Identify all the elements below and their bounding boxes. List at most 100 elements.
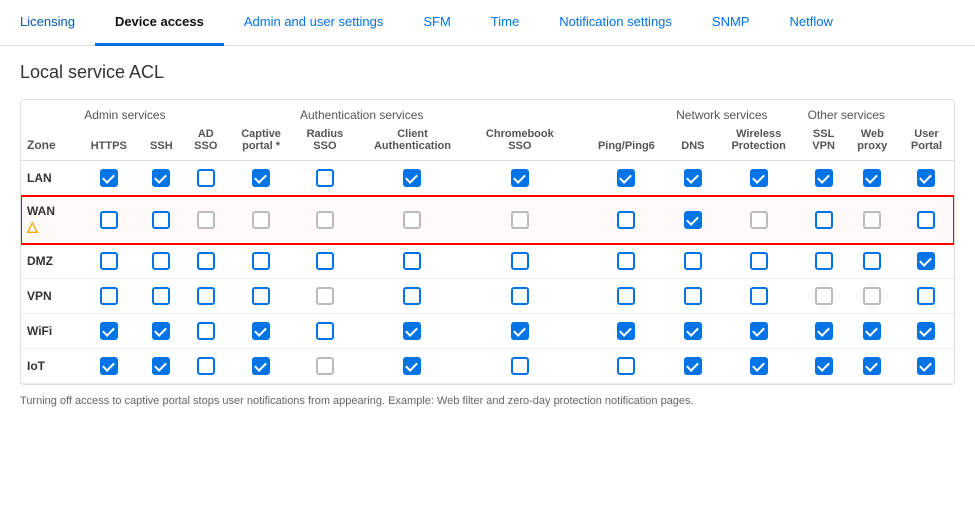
checkbox[interactable] bbox=[197, 357, 215, 375]
tab-device-access[interactable]: Device access bbox=[95, 0, 224, 46]
checkbox[interactable] bbox=[197, 252, 215, 270]
checkbox[interactable] bbox=[815, 357, 833, 375]
cell-dmz-3 bbox=[228, 244, 294, 279]
checkbox[interactable] bbox=[252, 252, 270, 270]
checkbox[interactable] bbox=[197, 211, 215, 229]
cell-vpn-3 bbox=[228, 279, 294, 314]
checkbox[interactable] bbox=[684, 211, 702, 229]
checkbox[interactable] bbox=[750, 322, 768, 340]
checkbox[interactable] bbox=[863, 252, 881, 270]
checkbox[interactable] bbox=[100, 252, 118, 270]
checkbox[interactable] bbox=[863, 211, 881, 229]
checkbox[interactable] bbox=[750, 357, 768, 375]
checkbox[interactable] bbox=[684, 252, 702, 270]
checkbox[interactable] bbox=[100, 322, 118, 340]
checkbox[interactable] bbox=[815, 211, 833, 229]
checkbox[interactable] bbox=[815, 287, 833, 305]
checkbox[interactable] bbox=[917, 252, 935, 270]
checkbox[interactable] bbox=[917, 322, 935, 340]
checkbox[interactable] bbox=[197, 322, 215, 340]
checkbox[interactable] bbox=[815, 322, 833, 340]
checkbox[interactable] bbox=[403, 287, 421, 305]
cell-vpn-12 bbox=[846, 279, 899, 314]
checkbox[interactable] bbox=[100, 287, 118, 305]
col-https: HTTPS bbox=[78, 124, 139, 161]
checkbox[interactable] bbox=[252, 357, 270, 375]
checkbox[interactable] bbox=[152, 322, 170, 340]
gh-admin: Admin services bbox=[78, 100, 294, 124]
checkbox[interactable] bbox=[750, 211, 768, 229]
tab-sfm[interactable]: SFM bbox=[403, 0, 470, 46]
checkbox[interactable] bbox=[511, 287, 529, 305]
checkbox[interactable] bbox=[750, 252, 768, 270]
checkbox[interactable] bbox=[152, 252, 170, 270]
tab-netflow[interactable]: Netflow bbox=[769, 0, 852, 46]
cell-vpn-0 bbox=[78, 279, 139, 314]
checkbox[interactable] bbox=[152, 169, 170, 187]
checkbox[interactable] bbox=[252, 287, 270, 305]
checkbox[interactable] bbox=[684, 322, 702, 340]
checkbox[interactable] bbox=[100, 211, 118, 229]
cell-wifi-10 bbox=[716, 314, 802, 349]
checkbox[interactable] bbox=[197, 169, 215, 187]
checkbox[interactable] bbox=[197, 287, 215, 305]
checkbox[interactable] bbox=[684, 169, 702, 187]
checkbox[interactable] bbox=[684, 357, 702, 375]
checkbox[interactable] bbox=[815, 169, 833, 187]
checkbox[interactable] bbox=[511, 322, 529, 340]
tab-snmp[interactable]: SNMP bbox=[692, 0, 770, 46]
checkbox[interactable] bbox=[917, 287, 935, 305]
checkbox[interactable] bbox=[750, 287, 768, 305]
checkbox[interactable] bbox=[252, 211, 270, 229]
checkbox[interactable] bbox=[403, 357, 421, 375]
checkbox[interactable] bbox=[863, 287, 881, 305]
checkbox[interactable] bbox=[511, 357, 529, 375]
checkbox[interactable] bbox=[617, 322, 635, 340]
checkbox[interactable] bbox=[316, 322, 334, 340]
checkbox[interactable] bbox=[100, 169, 118, 187]
checkbox[interactable] bbox=[316, 357, 334, 375]
checkbox[interactable] bbox=[750, 169, 768, 187]
checkbox[interactable] bbox=[863, 169, 881, 187]
checkbox[interactable] bbox=[403, 169, 421, 187]
cell-wan-3 bbox=[228, 196, 294, 244]
checkbox[interactable] bbox=[316, 211, 334, 229]
checkbox[interactable] bbox=[617, 211, 635, 229]
checkbox[interactable] bbox=[403, 322, 421, 340]
cell-wifi-6 bbox=[469, 314, 571, 349]
checkbox[interactable] bbox=[511, 252, 529, 270]
checkbox[interactable] bbox=[316, 287, 334, 305]
checkbox[interactable] bbox=[815, 252, 833, 270]
tab-time[interactable]: Time bbox=[471, 0, 539, 46]
cell-wan-0 bbox=[78, 196, 139, 244]
checkbox[interactable] bbox=[403, 252, 421, 270]
tab-admin-and-user-settings[interactable]: Admin and user settings bbox=[224, 0, 403, 46]
checkbox[interactable] bbox=[917, 357, 935, 375]
checkbox[interactable] bbox=[617, 357, 635, 375]
checkbox[interactable] bbox=[403, 211, 421, 229]
page-content: Local service ACL Admin services Authent… bbox=[0, 46, 975, 427]
checkbox[interactable] bbox=[617, 252, 635, 270]
checkbox[interactable] bbox=[152, 357, 170, 375]
checkbox[interactable] bbox=[917, 211, 935, 229]
checkbox[interactable] bbox=[152, 211, 170, 229]
cell-vpn-2 bbox=[183, 279, 228, 314]
tab-licensing[interactable]: Licensing bbox=[0, 0, 95, 46]
checkbox[interactable] bbox=[863, 357, 881, 375]
checkbox[interactable] bbox=[511, 211, 529, 229]
checkbox[interactable] bbox=[617, 287, 635, 305]
checkbox[interactable] bbox=[917, 169, 935, 187]
checkbox[interactable] bbox=[252, 322, 270, 340]
tab-notification-settings[interactable]: Notification settings bbox=[539, 0, 692, 46]
checkbox[interactable] bbox=[863, 322, 881, 340]
checkbox[interactable] bbox=[511, 169, 529, 187]
checkbox[interactable] bbox=[152, 287, 170, 305]
checkbox[interactable] bbox=[617, 169, 635, 187]
cell-iot-9 bbox=[670, 349, 716, 384]
acl-tbody: LANWAN△DMZVPNWiFiIoT bbox=[21, 161, 954, 384]
checkbox[interactable] bbox=[252, 169, 270, 187]
checkbox[interactable] bbox=[316, 252, 334, 270]
checkbox[interactable] bbox=[100, 357, 118, 375]
checkbox[interactable] bbox=[316, 169, 334, 187]
checkbox[interactable] bbox=[684, 287, 702, 305]
